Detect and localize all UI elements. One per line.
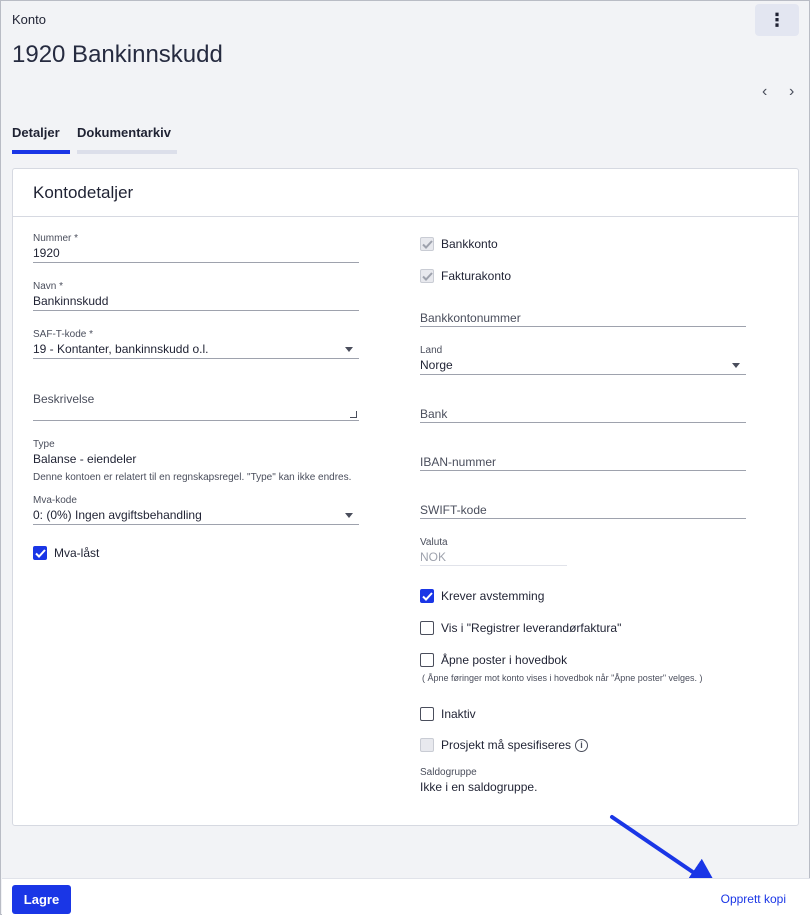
valuta-field: Valuta NOK	[420, 537, 567, 566]
nummer-label: Nummer *	[33, 233, 79, 244]
land-select[interactable]: Land Norge	[420, 345, 746, 375]
page-title: 1920 Bankinnskudd	[12, 41, 223, 68]
bankkonto-checkbox: Bankkonto	[420, 237, 498, 251]
chevron-right-icon[interactable]: ›	[789, 83, 794, 101]
fakturakonto-label: Fakturakonto	[441, 269, 512, 283]
nummer-value: 1920	[33, 246, 60, 260]
type-field: Type Balanse - eiendeler	[33, 439, 359, 466]
aapne-poster-label: Åpne poster i hovedbok	[441, 653, 568, 667]
resize-handle-icon[interactable]	[350, 411, 357, 418]
type-label: Type	[33, 439, 55, 450]
create-copy-button[interactable]: Opprett kopi	[721, 892, 786, 906]
bank-placeholder: Bank	[420, 407, 448, 421]
swift-input[interactable]: SWIFT-kode	[420, 501, 746, 519]
card-title: Kontodetaljer	[13, 169, 798, 217]
dropdown-caret-icon	[732, 363, 740, 368]
page-eyebrow: Konto	[12, 12, 46, 27]
checkbox-disabled-icon	[420, 738, 434, 752]
checkbox-checked-icon[interactable]	[33, 546, 47, 560]
info-icon[interactable]: i	[575, 738, 589, 752]
saft-kode-value: 19 - Kontanter, bankinnskudd o.l.	[33, 342, 209, 356]
action-footer: Lagre Opprett kopi	[2, 878, 810, 915]
bankkontonummer-input[interactable]: Bankkontonummer	[420, 309, 746, 327]
mva-laast-checkbox[interactable]: Mva-låst	[33, 546, 99, 560]
checkbox-unchecked-icon[interactable]	[420, 621, 434, 635]
prosjekt-label: Prosjekt må spesifiseres	[441, 738, 572, 752]
navn-label: Navn *	[33, 281, 64, 292]
saft-kode-label: SAF-T-kode *	[33, 329, 94, 340]
dropdown-caret-icon	[345, 513, 353, 518]
bankkontonummer-placeholder: Bankkontonummer	[420, 311, 521, 325]
valuta-value: NOK	[420, 550, 447, 564]
aapne-poster-hint: ( Åpne føringer mot konto vises i hovedb…	[422, 673, 703, 683]
tab-bar: Detaljer Dokumentarkiv	[12, 125, 177, 154]
krever-avstemming-label: Krever avstemming	[441, 589, 545, 603]
nummer-field[interactable]: Nummer * 1920	[33, 233, 359, 263]
more-options-icon[interactable]: ⋮	[755, 4, 799, 36]
inaktiv-checkbox[interactable]: Inaktiv	[420, 707, 476, 721]
prosjekt-checkbox: Prosjekt må spesifiseres i	[420, 738, 589, 752]
app-frame: Konto ⋮ 1920 Bankinnskudd ‹ › Detaljer D…	[0, 0, 810, 915]
checkbox-checked-icon[interactable]	[420, 589, 434, 603]
type-value: Balanse - eiendeler	[33, 452, 137, 466]
checkbox-disabled-checked-icon	[420, 269, 434, 283]
land-label: Land	[420, 345, 443, 356]
valuta-label: Valuta	[420, 537, 448, 548]
tab-dokumentarkiv[interactable]: Dokumentarkiv	[77, 125, 177, 154]
inaktiv-label: Inaktiv	[441, 707, 476, 721]
mva-kode-value: 0: (0%) Ingen avgiftsbehandling	[33, 508, 202, 522]
checkbox-unchecked-icon[interactable]	[420, 707, 434, 721]
krever-avstemming-checkbox[interactable]: Krever avstemming	[420, 589, 544, 603]
kontodetaljer-card: Kontodetaljer Nummer * 1920 Navn * Banki…	[12, 168, 799, 826]
iban-input[interactable]: IBAN-nummer	[420, 453, 746, 471]
beskrivelse-placeholder: Beskrivelse	[33, 392, 95, 406]
beskrivelse-textarea[interactable]: Beskrivelse	[33, 390, 359, 421]
type-hint: Denne kontoen er relatert til en regnska…	[33, 472, 352, 483]
mva-kode-select[interactable]: Mva-kode 0: (0%) Ingen avgiftsbehandling	[33, 495, 359, 525]
mva-kode-label: Mva-kode	[33, 495, 77, 506]
tab-detaljer[interactable]: Detaljer	[12, 125, 70, 154]
navn-value: Bankinnskudd	[33, 294, 109, 308]
swift-placeholder: SWIFT-kode	[420, 503, 487, 517]
iban-placeholder: IBAN-nummer	[420, 455, 497, 469]
bankkonto-label: Bankkonto	[441, 237, 498, 251]
vis-registrer-label: Vis i "Registrer leverandørfaktura"	[441, 621, 622, 635]
fakturakonto-checkbox: Fakturakonto	[420, 269, 511, 283]
chevron-left-icon[interactable]: ‹	[762, 83, 767, 101]
navn-field[interactable]: Navn * Bankinnskudd	[33, 281, 359, 311]
aapne-poster-checkbox[interactable]: Åpne poster i hovedbok	[420, 653, 567, 667]
saldogruppe-value: Ikke i en saldogruppe.	[420, 780, 538, 794]
bank-input[interactable]: Bank	[420, 405, 746, 423]
vis-registrer-checkbox[interactable]: Vis i "Registrer leverandørfaktura"	[420, 621, 621, 635]
saldogruppe-label: Saldogruppe	[420, 767, 477, 778]
checkbox-unchecked-icon[interactable]	[420, 653, 434, 667]
checkbox-disabled-checked-icon	[420, 237, 434, 251]
saldogruppe-field: Saldogruppe Ikke i en saldogruppe.	[420, 767, 746, 794]
land-value: Norge	[420, 358, 453, 372]
dropdown-caret-icon	[345, 347, 353, 352]
save-button[interactable]: Lagre	[12, 885, 71, 914]
mva-laast-label: Mva-låst	[54, 546, 100, 560]
saft-kode-select[interactable]: SAF-T-kode * 19 - Kontanter, bankinnskud…	[33, 329, 359, 359]
